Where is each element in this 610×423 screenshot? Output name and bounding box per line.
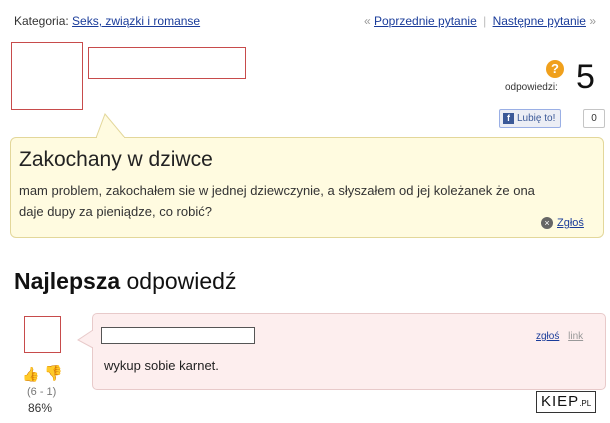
- thumbs-down-icon[interactable]: 👎: [44, 364, 63, 382]
- answer-actions: zgłoś link: [536, 331, 583, 342]
- votes-detail: (6 - 1): [27, 386, 57, 398]
- kiep-watermark-logo: KIEP.PL: [536, 391, 597, 413]
- answer-permalink[interactable]: link: [568, 331, 583, 342]
- best-answer-text: wykup sobie karnet.: [104, 358, 219, 373]
- answer-tail-cover: [92, 331, 94, 347]
- watermark-suffix: .PL: [579, 399, 592, 408]
- thumbs-up-icon[interactable]: 👍: [22, 366, 39, 383]
- watermark-main: KIEP: [541, 393, 580, 410]
- answer-report-link[interactable]: zgłoś: [536, 331, 559, 342]
- answerer-name-box[interactable]: [101, 327, 255, 344]
- votes-percent: 86%: [28, 401, 53, 415]
